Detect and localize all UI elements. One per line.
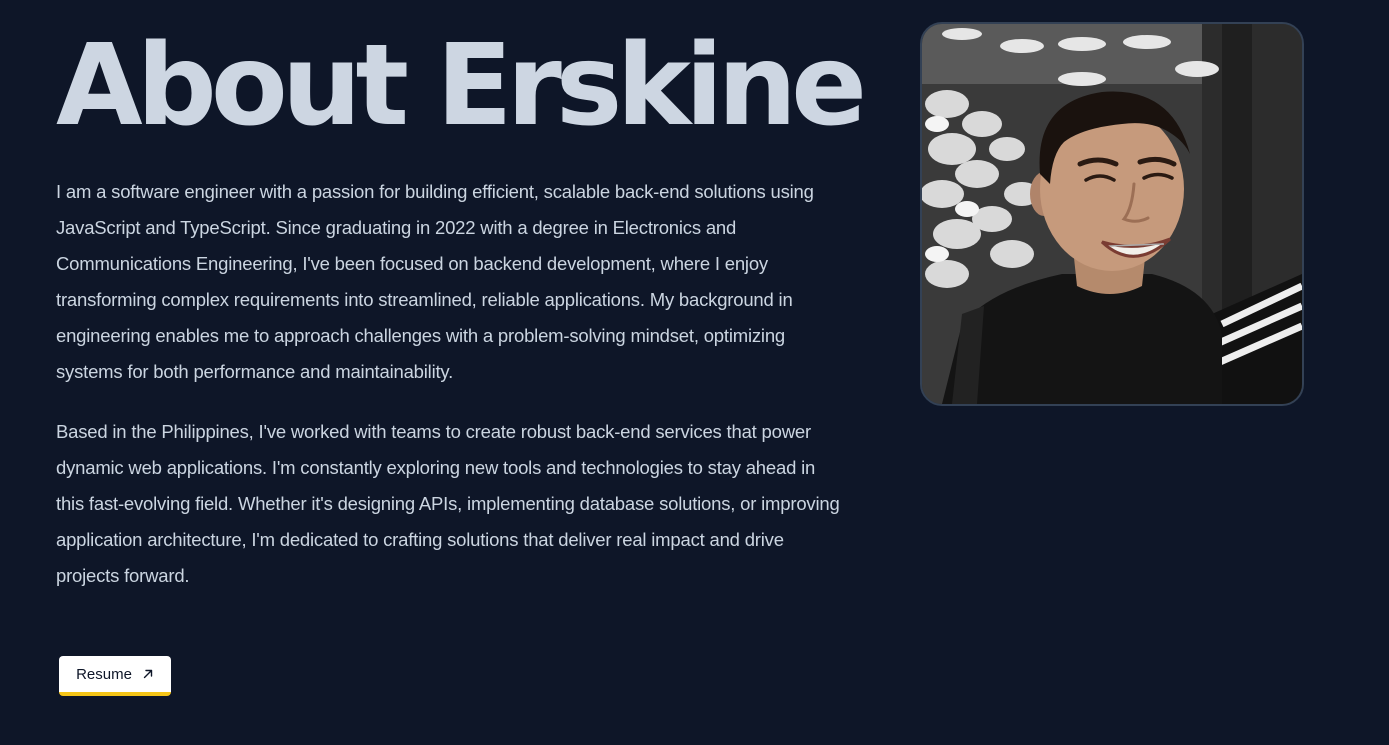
profile-photo-image bbox=[922, 24, 1302, 404]
bio-paragraph-2: Based in the Philippines, I've worked wi… bbox=[56, 421, 840, 586]
bio-paragraph-1: I am a software engineer with a passion … bbox=[56, 181, 814, 382]
arrow-up-right-icon bbox=[142, 668, 154, 680]
page-title: About Erskine bbox=[56, 21, 867, 151]
profile-photo bbox=[920, 22, 1304, 406]
resume-button[interactable]: Resume bbox=[59, 656, 171, 696]
about-bio: I am a software engineer with a passion … bbox=[56, 174, 846, 594]
resume-button-label: Resume bbox=[76, 665, 132, 683]
